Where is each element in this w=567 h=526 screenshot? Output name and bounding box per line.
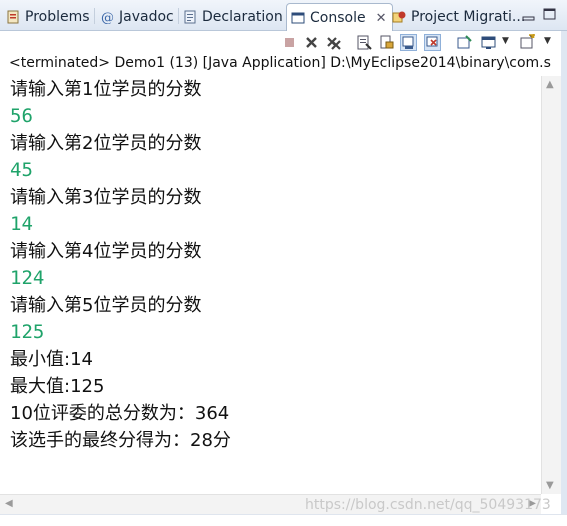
console-output-line: 最大值:125 — [10, 376, 105, 397]
console-output-line: 10位评委的总分数为：364 — [10, 403, 230, 424]
tab-label: Console — [310, 10, 366, 26]
project-migration-icon — [392, 10, 406, 24]
tab-project-migration[interactable]: Project Migrati... — [392, 3, 525, 31]
bottom-strip — [0, 514, 567, 526]
remove-all-terminated-icon[interactable] — [325, 34, 342, 51]
show-on-stdout-icon[interactable] — [400, 34, 417, 51]
problems-icon — [6, 10, 20, 24]
watermark: https://blog.csdn.net/qq_50493173 — [305, 497, 551, 513]
tab-label: Project Migrati... — [411, 9, 526, 25]
console-output[interactable]: 请输入第1位学员的分数 56 请输入第2位学员的分数 45 请输入第3位学员的分数 14 请… — [0, 76, 541, 494]
declaration-icon — [183, 10, 197, 24]
console-output-line: 请输入第4位学员的分数 — [10, 241, 202, 262]
console-input-line: 14 — [10, 213, 33, 235]
scroll-up-icon[interactable]: ▲ — [546, 79, 554, 90]
console-output-line: 该选手的最终分得为：28分 — [10, 430, 231, 451]
open-console-icon[interactable] — [519, 33, 536, 51]
tab-problems[interactable]: Problems — [6, 3, 90, 31]
pin-console-icon[interactable] — [456, 34, 473, 51]
minimize-view-icon[interactable] — [522, 8, 536, 21]
console-output-line: 请输入第2位学员的分数 — [10, 133, 202, 154]
view-tab-bar: Problems @ Javadoc Declaration Console ✕… — [0, 0, 567, 32]
tab-declaration[interactable]: Declaration — [183, 3, 283, 31]
console-input-line: 124 — [10, 267, 45, 289]
remove-launch-icon[interactable] — [303, 34, 320, 51]
tab-label: Javadoc — [119, 9, 174, 25]
javadoc-icon: @ — [100, 10, 114, 26]
chevron-down-icon[interactable]: ▼ — [544, 36, 551, 46]
console-output-line: 请输入第5位学员的分数 — [10, 295, 202, 316]
maximize-view-icon[interactable] — [543, 6, 557, 20]
scroll-lock-icon[interactable] — [378, 34, 395, 51]
tab-separator — [94, 8, 95, 24]
close-icon[interactable]: ✕ — [376, 11, 387, 26]
tab-label: Problems — [25, 9, 90, 25]
console-toolbar: ▼ ▼ — [0, 31, 567, 54]
scroll-down-icon[interactable]: ▼ — [546, 480, 554, 491]
tab-label: Declaration — [202, 9, 283, 25]
console-output-line: 请输入第3位学员的分数 — [10, 187, 202, 208]
show-on-stderr-icon[interactable] — [424, 34, 441, 51]
console-input-line: 45 — [10, 159, 33, 181]
console-icon — [291, 11, 305, 25]
clear-console-icon[interactable] — [356, 34, 373, 51]
console-input-line: 56 — [10, 105, 33, 127]
scroll-left-icon[interactable]: ◀ — [5, 498, 13, 509]
tab-separator — [178, 8, 179, 24]
svg-text:@: @ — [101, 11, 114, 24]
tab-javadoc[interactable]: @ Javadoc — [100, 3, 174, 31]
tab-console[interactable]: Console ✕ — [286, 3, 394, 32]
process-status: <terminated> Demo1 (13) [Java Applicatio… — [9, 55, 551, 71]
window-border — [561, 31, 567, 526]
console-input-line: 125 — [10, 321, 45, 343]
terminate-icon[interactable] — [281, 34, 298, 51]
chevron-down-icon[interactable]: ▼ — [502, 36, 509, 46]
console-output-line: 最小值:14 — [10, 349, 93, 370]
display-console-icon[interactable] — [480, 34, 497, 51]
vertical-scrollbar[interactable]: ▲ ▼ — [541, 76, 561, 494]
console-output-line: 请输入第1位学员的分数 — [10, 79, 202, 100]
